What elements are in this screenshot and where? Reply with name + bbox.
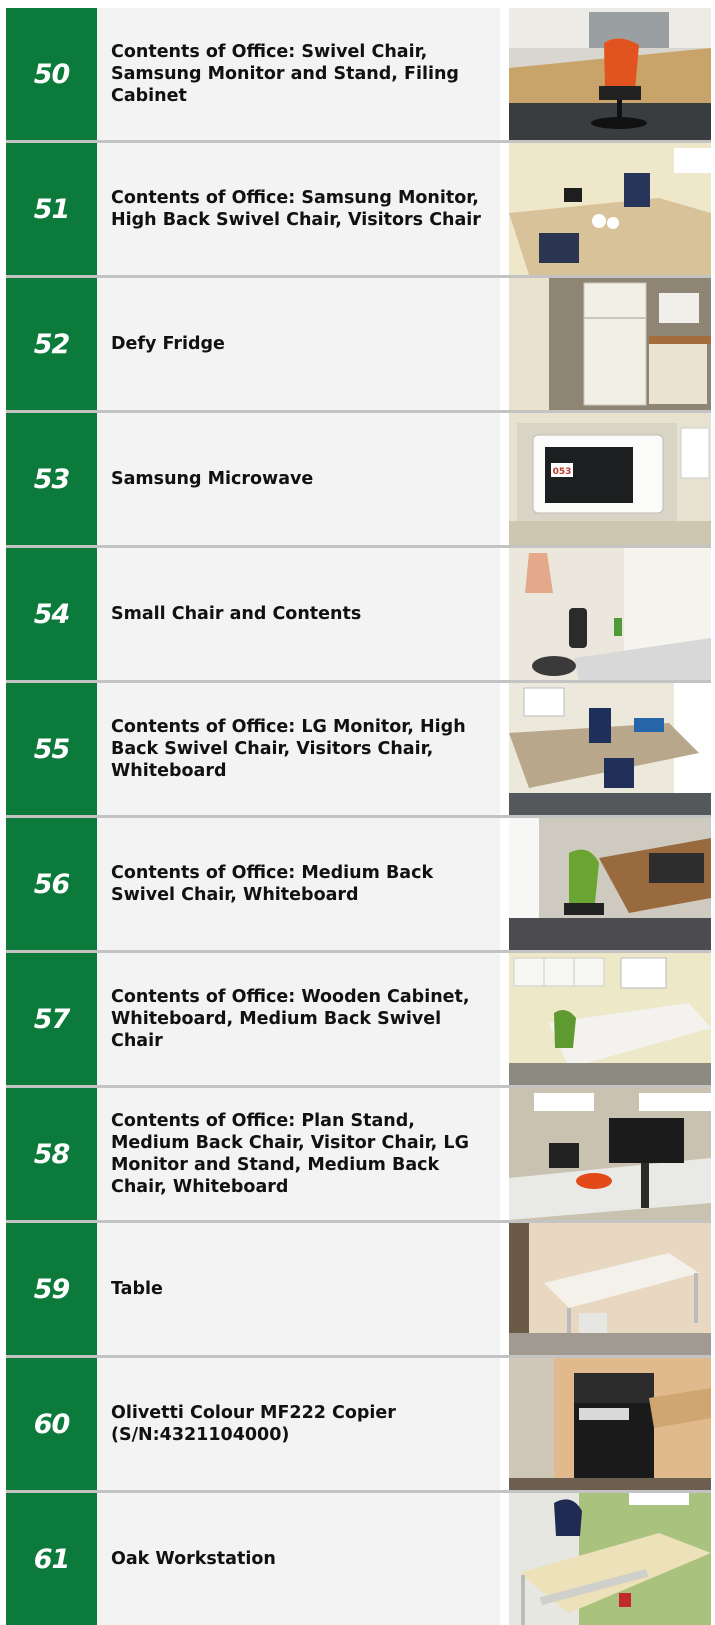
- lot-description-cell: Contents of Office: Wooden Cabinet, Whit…: [97, 953, 500, 1085]
- lot-description-cell: Small Chair and Contents: [97, 548, 500, 680]
- lot-number: 56: [33, 868, 71, 900]
- lot-number-cell: 59: [6, 1223, 97, 1355]
- lot-number: 51: [33, 193, 71, 225]
- lot-description: Contents of Office: Samsung Monitor, Hig…: [111, 188, 481, 230]
- lot-row: 58 Contents of Office: Plan Stand, Medium…: [6, 1088, 711, 1220]
- lot-row: 55 Contents of Office: LG Monitor, High B…: [6, 683, 711, 815]
- lot-row: 50 Contents of Office: Swivel Chair, Sams…: [6, 8, 711, 140]
- fridge-photo: [509, 278, 711, 410]
- copier-photo: [509, 1358, 711, 1490]
- lot-row: 51 Contents of Office: Samsung Monitor, H…: [6, 143, 711, 275]
- lot-row: 52 Defy Fridge: [6, 278, 711, 410]
- lot-number: 61: [33, 1543, 71, 1575]
- lot-description-cell: Olivetti Colour MF222 Copier (S/N:432110…: [97, 1358, 500, 1490]
- lot-description: Contents of Office: Plan Stand, Medium B…: [111, 1111, 469, 1197]
- lot-description: Contents of Office: Swivel Chair, Samsun…: [111, 42, 459, 106]
- lot-description-cell: Defy Fridge: [97, 278, 500, 410]
- lot-description: Contents of Office: Wooden Cabinet, Whit…: [111, 987, 470, 1051]
- lot-description: Samsung Microwave: [111, 469, 314, 489]
- lot-tag-label: 053: [553, 467, 572, 477]
- table-photo: [509, 1223, 711, 1355]
- lot-description: Contents of Office: LG Monitor, High Bac…: [111, 717, 466, 781]
- lot-number-cell: 57: [6, 953, 97, 1085]
- microwave-photo: 053: [509, 413, 711, 545]
- office-cabinet-photo: [509, 953, 711, 1085]
- lot-description-cell: Samsung Microwave: [97, 413, 500, 545]
- lot-number-cell: 56: [6, 818, 97, 950]
- lot-number-cell: 61: [6, 1493, 97, 1625]
- lot-number: 60: [33, 1408, 71, 1440]
- lot-number-cell: 55: [6, 683, 97, 815]
- lot-description: Small Chair and Contents: [111, 604, 362, 624]
- monitor-stand-photo: [509, 1088, 711, 1220]
- lot-row: 59 Table: [6, 1223, 711, 1355]
- lot-number: 57: [33, 1003, 71, 1035]
- lot-number: 52: [33, 328, 71, 360]
- lot-description-cell: Contents of Office: Samsung Monitor, Hig…: [97, 143, 500, 275]
- lot-description-cell: Table: [97, 1223, 500, 1355]
- lot-description: Table: [111, 1279, 163, 1299]
- lot-number-cell: 58: [6, 1088, 97, 1220]
- lot-description: Olivetti Colour MF222 Copier (S/N:432110…: [111, 1403, 396, 1445]
- lot-number-cell: 50: [6, 8, 97, 140]
- lot-number-cell: 60: [6, 1358, 97, 1490]
- office-chair-photo: [509, 8, 711, 140]
- lot-row: 56 Contents of Office: Medium Back Swivel…: [6, 818, 711, 950]
- lot-description-cell: Contents of Office: LG Monitor, High Bac…: [97, 683, 500, 815]
- lot-number: 58: [33, 1138, 71, 1170]
- workstation-photo: [509, 1493, 711, 1625]
- lot-description: Contents of Office: Medium Back Swivel C…: [111, 863, 434, 905]
- lot-description-cell: Contents of Office: Medium Back Swivel C…: [97, 818, 500, 950]
- office-desk-photo: [509, 143, 711, 275]
- lot-number: 50: [33, 58, 71, 90]
- lot-row: 54 Small Chair and Contents: [6, 548, 711, 680]
- lot-description: Defy Fridge: [111, 334, 225, 354]
- lot-number: 53: [33, 463, 71, 495]
- lot-number: 55: [33, 733, 71, 765]
- lot-row: 60 Olivetti Colour MF222 Copier (S/N:4321…: [6, 1358, 711, 1490]
- lot-description-cell: Contents of Office: Plan Stand, Medium B…: [97, 1088, 500, 1220]
- lot-number-cell: 53: [6, 413, 97, 545]
- green-chair-photo: [509, 818, 711, 950]
- lot-row: 53 Samsung Microwave 053: [6, 413, 711, 545]
- lot-row: 57 Contents of Office: Wooden Cabinet, Wh…: [6, 953, 711, 1085]
- lot-number-cell: 54: [6, 548, 97, 680]
- kitchen-corner-photo: [509, 548, 711, 680]
- lot-description-cell: Oak Workstation: [97, 1493, 500, 1625]
- lot-description: Oak Workstation: [111, 1549, 276, 1569]
- lot-number-cell: 52: [6, 278, 97, 410]
- lot-number: 54: [33, 598, 71, 630]
- lot-number: 59: [33, 1273, 71, 1305]
- lot-row: 61 Oak Workstation: [6, 1493, 711, 1625]
- lot-description-cell: Contents of Office: Swivel Chair, Samsun…: [97, 8, 500, 140]
- lot-number-cell: 51: [6, 143, 97, 275]
- office-desk-photo: [509, 683, 711, 815]
